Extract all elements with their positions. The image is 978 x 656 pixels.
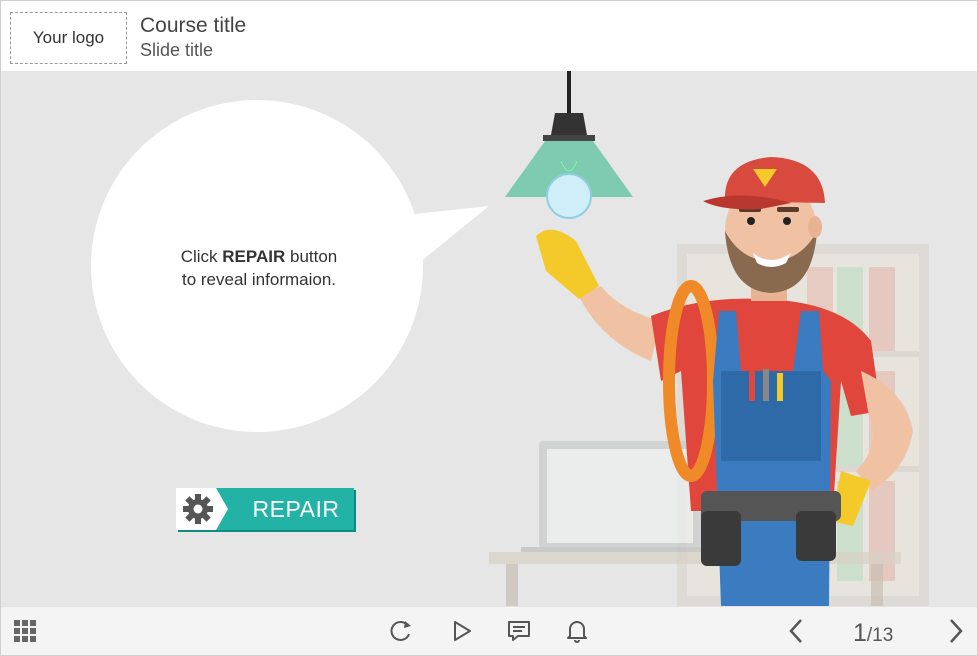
slide-title: Slide title — [140, 40, 214, 60]
play-icon[interactable] — [446, 615, 478, 647]
bell-icon[interactable] — [561, 615, 593, 647]
instruction-line2: to reveal informaion. — [181, 270, 337, 289]
total-pages: /13 — [866, 625, 894, 646]
current-page: 1 — [853, 619, 867, 647]
scene-illustration — [91, 71, 929, 606]
page-indicator: 1/13 — [853, 619, 923, 648]
hanging-lamp — [505, 71, 633, 219]
instruction-line1-suffix: button — [285, 247, 338, 266]
grid-menu-icon[interactable] — [9, 615, 41, 647]
course-title: Course title — [140, 14, 247, 37]
notes-icon[interactable] — [503, 615, 535, 647]
logo-placeholder: Your logo — [10, 12, 127, 64]
instruction-text: Click REPAIR button to reveal informaion… — [141, 245, 377, 291]
instruction-bold: REPAIR — [222, 247, 286, 266]
player-frame: Your logo Course title Slide title Click… — [0, 0, 978, 656]
slide-stage: Click REPAIR button to reveal informaion… — [1, 71, 977, 606]
chevron-left-icon[interactable] — [781, 615, 813, 647]
repair-button-label: REPAIR — [252, 496, 340, 522]
header: Your logo Course title Slide title — [1, 1, 977, 71]
gear-icon — [176, 488, 226, 532]
instruction-prefix: Click — [180, 247, 223, 266]
player-toolbar: 1/13 — [1, 606, 977, 655]
repair-button[interactable]: REPAIR — [176, 488, 356, 532]
replay-icon[interactable] — [385, 615, 417, 647]
chevron-right-icon[interactable] — [939, 615, 971, 647]
